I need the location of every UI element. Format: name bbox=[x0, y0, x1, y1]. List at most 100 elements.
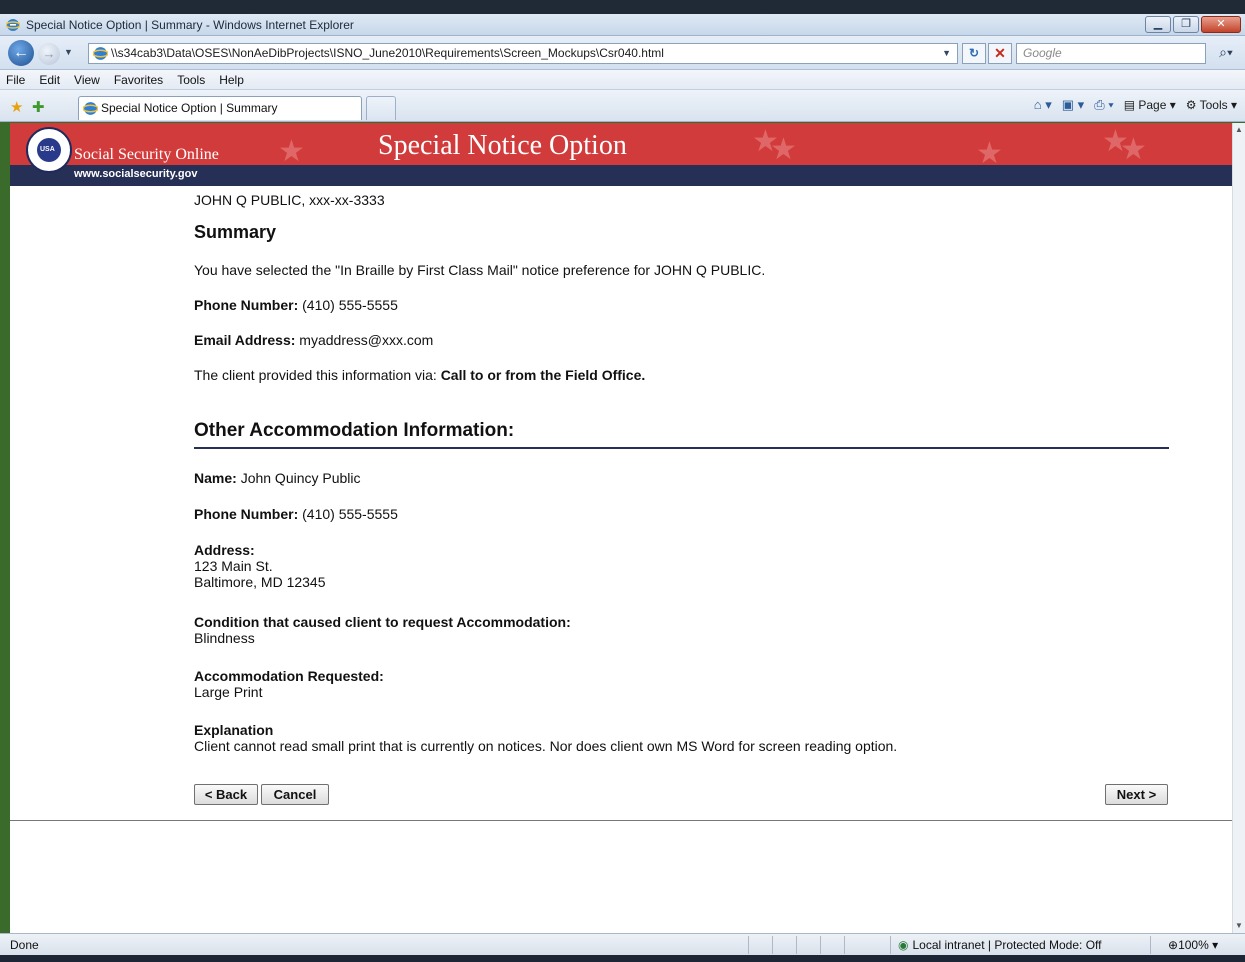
status-separator bbox=[772, 936, 773, 954]
email-label: Email Address: bbox=[194, 332, 296, 348]
page-menu-label: Page bbox=[1138, 98, 1167, 112]
home-icon[interactable]: ⌂ ▾ bbox=[1034, 97, 1052, 113]
print-icon[interactable]: ⎙ ▾ bbox=[1094, 97, 1113, 113]
name-value: John Quincy Public bbox=[240, 470, 361, 486]
stop-icon[interactable]: ✕ bbox=[988, 43, 1012, 64]
maximize-button[interactable]: ❐ bbox=[1173, 16, 1199, 33]
add-favorite-icon[interactable]: ✚ bbox=[32, 98, 45, 116]
explanation-block: Explanation Client cannot read small pri… bbox=[194, 722, 1169, 754]
accommodation-heading: Other Accommodation Information: bbox=[194, 420, 515, 441]
address-block: Address: 123 Main St. Baltimore, MD 1234… bbox=[194, 542, 326, 590]
command-bar: ⌂ ▾ ▣ ▾ ⎙ ▾ ▤ Page ▾ ⚙ Tools ▾ bbox=[1034, 97, 1237, 113]
explanation-label: Explanation bbox=[194, 722, 274, 738]
address-line1: 123 Main St. bbox=[194, 558, 273, 574]
ssa-subbanner: www.socialsecurity.gov bbox=[10, 165, 1232, 186]
acc-phone-value: (410) 555-5555 bbox=[302, 506, 398, 522]
requested-block: Accommodation Requested: Large Print bbox=[194, 668, 384, 700]
requested-value: Large Print bbox=[194, 684, 263, 700]
tab-special-notice-summary[interactable]: Special Notice Option | Summary bbox=[78, 96, 362, 120]
status-separator bbox=[796, 936, 797, 954]
requested-label: Accommodation Requested: bbox=[194, 668, 384, 684]
phone-row: Phone Number: (410) 555-5555 bbox=[194, 297, 398, 313]
via-value: Call to or from the Field Office. bbox=[440, 367, 646, 383]
menu-tools[interactable]: Tools bbox=[177, 73, 205, 87]
tools-menu-label: Tools bbox=[1199, 98, 1228, 112]
window-controls: ▁ ❐ ✕ bbox=[1145, 16, 1241, 33]
menu-file[interactable]: File bbox=[6, 73, 25, 87]
search-placeholder: Google bbox=[1023, 46, 1062, 60]
next-button[interactable]: Next > bbox=[1105, 784, 1168, 805]
security-zone[interactable]: ◉ Local intranet | Protected Mode: Off bbox=[898, 938, 1101, 952]
intranet-globe-icon: ◉ bbox=[898, 938, 909, 952]
address-line2: Baltimore, MD 12345 bbox=[194, 574, 326, 590]
via-row: The client provided this information via… bbox=[194, 367, 645, 383]
zoom-level: 100% bbox=[1178, 938, 1209, 952]
status-separator bbox=[1150, 936, 1151, 954]
zoom-control[interactable]: ⊕100% ▾ bbox=[1168, 938, 1218, 952]
condition-label: Condition that caused client to request … bbox=[194, 614, 571, 630]
explanation-value: Client cannot read small print that is c… bbox=[194, 738, 898, 754]
footer-divider bbox=[10, 820, 1232, 821]
status-separator bbox=[890, 936, 891, 954]
page-menu[interactable]: ▤ Page ▾ bbox=[1124, 98, 1176, 112]
recent-pages-dropdown-icon[interactable]: ▼ bbox=[64, 47, 73, 57]
acc-phone-label: Phone Number: bbox=[194, 506, 299, 522]
window-titlebar: Special Notice Option | Summary - Window… bbox=[0, 14, 1245, 36]
address-label: Address: bbox=[194, 542, 255, 558]
banner-star-icon: ★ bbox=[1120, 133, 1147, 165]
minimize-button[interactable]: ▁ bbox=[1145, 16, 1171, 33]
url-field[interactable]: \\s34cab3\Data\OSES\NonAeDibProjects\ISN… bbox=[88, 43, 958, 64]
favorites-star-icon[interactable]: ★ bbox=[10, 98, 23, 116]
banner-star-icon: ★ bbox=[770, 133, 797, 165]
url-text: \\s34cab3\Data\OSES\NonAeDibProjects\ISN… bbox=[111, 46, 664, 60]
menu-favorites[interactable]: Favorites bbox=[114, 73, 163, 87]
menu-view[interactable]: View bbox=[74, 73, 100, 87]
address-toolbar: ← → ▼ \\s34cab3\Data\OSES\NonAeDibProjec… bbox=[0, 36, 1245, 70]
status-separator bbox=[844, 936, 845, 954]
email-value: myaddress@xxx.com bbox=[299, 332, 434, 348]
selection-text: You have selected the "In Braille by Fir… bbox=[194, 262, 766, 278]
tools-menu[interactable]: ⚙ Tools ▾ bbox=[1186, 98, 1237, 112]
zone-text: Local intranet | Protected Mode: Off bbox=[912, 938, 1102, 952]
site-url[interactable]: www.socialsecurity.gov bbox=[74, 168, 198, 180]
ie-logo-icon bbox=[6, 18, 20, 31]
acc-phone-row: Phone Number: (410) 555-5555 bbox=[194, 506, 398, 522]
ie-page-icon bbox=[83, 102, 98, 115]
new-tab-button[interactable] bbox=[366, 96, 396, 120]
ssa-seal-logo: USA bbox=[26, 127, 72, 173]
ie-page-icon bbox=[93, 47, 108, 60]
forward-arrow-icon[interactable]: → bbox=[38, 43, 60, 65]
search-icon[interactable]: ⌕▾ bbox=[1210, 43, 1242, 64]
condition-value: Blindness bbox=[194, 630, 255, 646]
scroll-down-arrow-icon[interactable]: ▼ bbox=[1233, 919, 1245, 933]
page-viewport: ★ ★ ★ ★ ★ ★ Special Notice Option USA So… bbox=[10, 123, 1232, 933]
vertical-scrollbar[interactable]: ▲ ▼ bbox=[1232, 123, 1245, 933]
refresh-icon[interactable]: ↻ bbox=[962, 43, 986, 64]
banner-star-icon: ★ bbox=[976, 137, 1003, 166]
phone-label: Phone Number: bbox=[194, 297, 299, 313]
site-brand[interactable]: Social Security Online bbox=[74, 146, 219, 164]
url-dropdown-icon[interactable]: ▼ bbox=[942, 44, 951, 63]
zoom-icon: ⊕ bbox=[1168, 938, 1179, 952]
tab-bar: ★ ✚ Special Notice Option | Summary ⌂ ▾ … bbox=[0, 90, 1245, 122]
gear-icon: ⚙ bbox=[1185, 98, 1200, 112]
feeds-icon[interactable]: ▣ ▾ bbox=[1062, 97, 1084, 113]
condition-block: Condition that caused client to request … bbox=[194, 614, 571, 646]
cancel-button[interactable]: Cancel bbox=[261, 784, 329, 805]
scroll-up-arrow-icon[interactable]: ▲ bbox=[1233, 123, 1245, 137]
name-row: Name: John Quincy Public bbox=[194, 470, 361, 486]
search-input[interactable]: Google bbox=[1016, 43, 1206, 64]
window-title: Special Notice Option | Summary - Window… bbox=[26, 17, 354, 32]
tab-label: Special Notice Option | Summary bbox=[101, 101, 278, 115]
menu-help[interactable]: Help bbox=[219, 73, 244, 87]
seal-text: USA bbox=[40, 146, 55, 153]
page-icon: ▤ bbox=[1123, 98, 1139, 112]
close-button[interactable]: ✕ bbox=[1201, 16, 1241, 33]
status-text: Done bbox=[10, 938, 39, 952]
back-arrow-icon[interactable]: ← bbox=[8, 40, 34, 66]
back-button[interactable]: < Back bbox=[194, 784, 258, 805]
menu-edit[interactable]: Edit bbox=[39, 73, 60, 87]
status-separator bbox=[748, 936, 749, 954]
email-row: Email Address: myaddress@xxx.com bbox=[194, 332, 433, 348]
heading-divider bbox=[194, 447, 1169, 449]
